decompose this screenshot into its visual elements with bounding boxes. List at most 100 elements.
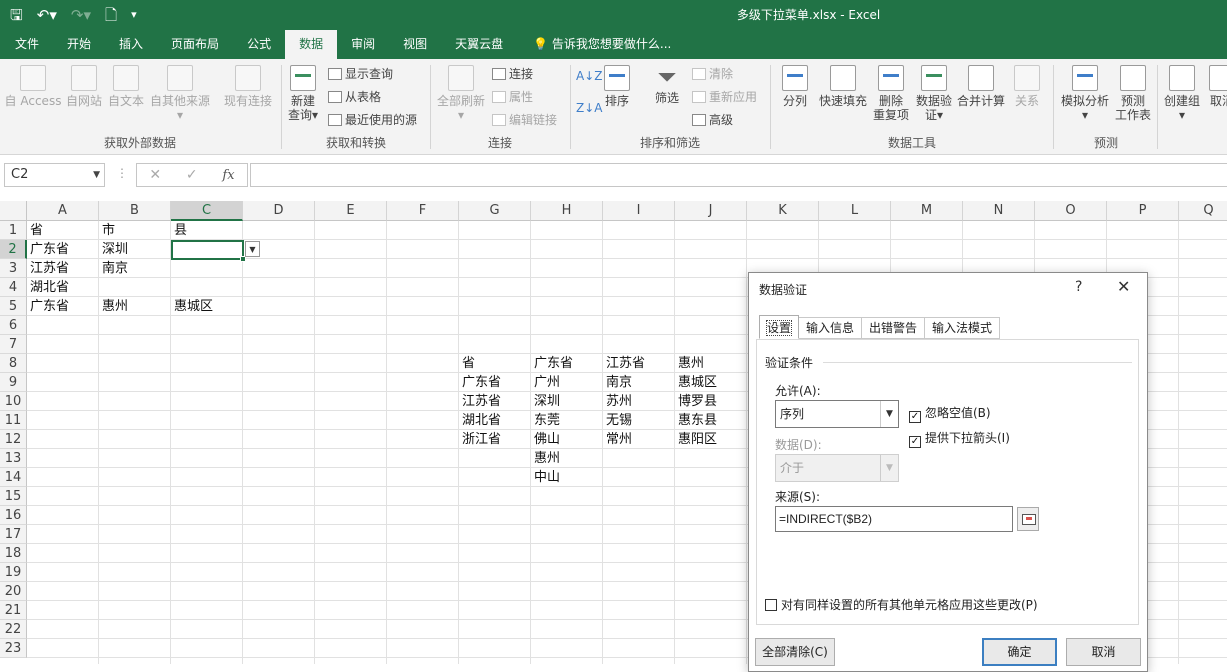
from-web-button[interactable]: 自网站: [64, 65, 104, 108]
tell-me-box[interactable]: 💡 告诉我您想要做什么...: [517, 30, 685, 59]
source-input[interactable]: =INDIRECT($B2): [775, 506, 1013, 532]
column-header-b[interactable]: B: [99, 201, 171, 221]
cell-j11[interactable]: 惠东县: [675, 411, 717, 430]
cell-h14[interactable]: 中山: [531, 468, 560, 487]
cell-i10[interactable]: 苏州: [603, 392, 632, 411]
column-header-e[interactable]: E: [315, 201, 387, 221]
column-header-d[interactable]: D: [243, 201, 315, 221]
cell-b3[interactable]: 南京: [99, 259, 128, 278]
cell-g9[interactable]: 广东省: [459, 373, 501, 392]
text-to-columns-button[interactable]: 分列: [778, 65, 812, 108]
row-header-2[interactable]: 2: [0, 240, 27, 259]
cell-j9[interactable]: 惠城区: [675, 373, 717, 392]
data-select[interactable]: 介于 ▼: [775, 454, 899, 482]
tab-error-alert[interactable]: 出错警告: [862, 317, 926, 339]
cell-h11[interactable]: 东莞: [531, 411, 560, 430]
clear-all-button[interactable]: 全部清除(C): [755, 638, 835, 666]
column-header-q[interactable]: Q: [1179, 201, 1227, 221]
help-icon[interactable]: ?: [1075, 279, 1082, 295]
filter-button[interactable]: ⏷ 筛选: [648, 65, 686, 105]
row-header-6[interactable]: 6: [0, 316, 27, 335]
cell-b5[interactable]: 惠州: [99, 297, 128, 316]
tab-input-message[interactable]: 输入信息: [799, 317, 863, 339]
from-access-button[interactable]: 自 Access: [4, 65, 62, 108]
cell-j8[interactable]: 惠州: [675, 354, 704, 373]
tab-settings[interactable]: 设置: [759, 315, 800, 339]
cell-a3[interactable]: 江苏省: [27, 259, 69, 278]
cell-c1[interactable]: 县: [171, 221, 187, 240]
ungroup-button[interactable]: 取消: [1204, 65, 1227, 108]
row-header-17[interactable]: 17: [0, 525, 27, 544]
cell-c5[interactable]: 惠城区: [171, 297, 213, 316]
row-header-3[interactable]: 3: [0, 259, 27, 278]
apply-to-all-checkbox[interactable]: 对有同样设置的所有其他单元格应用这些更改(P): [765, 596, 1038, 613]
existing-connections-button[interactable]: 现有连接: [220, 65, 276, 108]
cell-h9[interactable]: 广州: [531, 373, 560, 392]
recent-sources-button[interactable]: 最近使用的源: [328, 113, 417, 127]
refresh-all-button[interactable]: 全部刷新 ▾: [434, 65, 488, 122]
row-header-4[interactable]: 4: [0, 278, 27, 297]
close-icon[interactable]: ✕: [1117, 277, 1130, 296]
tab-data[interactable]: 数据: [285, 30, 338, 59]
cell-b1[interactable]: 市: [99, 221, 115, 240]
select-all-corner[interactable]: [0, 201, 27, 221]
new-query-button[interactable]: 新建 查询▾: [284, 65, 322, 122]
cell-h8[interactable]: 广东省: [531, 354, 573, 373]
cell-g10[interactable]: 江苏省: [459, 392, 501, 411]
column-header-f[interactable]: F: [387, 201, 459, 221]
row-header-13[interactable]: 13: [0, 449, 27, 468]
formula-input[interactable]: [250, 163, 1227, 187]
drag-handle-icon[interactable]: ⋮: [116, 166, 128, 180]
cell-a1[interactable]: 省: [27, 221, 43, 240]
connections-button[interactable]: 连接: [492, 67, 533, 81]
in-cell-dropdown-checkbox[interactable]: ✓ 提供下拉箭头(I): [909, 429, 1010, 448]
row-header-16[interactable]: 16: [0, 506, 27, 525]
reapply-button[interactable]: 重新应用: [692, 90, 757, 104]
row-header-11[interactable]: 11: [0, 411, 27, 430]
cell-dropdown-arrow-icon[interactable]: ▼: [245, 241, 260, 257]
tab-formulas[interactable]: 公式: [233, 30, 285, 59]
column-header-a[interactable]: A: [27, 201, 99, 221]
enter-icon[interactable]: ✓: [186, 167, 198, 183]
cell-h13[interactable]: 惠州: [531, 449, 560, 468]
cell-g11[interactable]: 湖北省: [459, 411, 501, 430]
properties-button[interactable]: 属性: [492, 90, 533, 104]
column-header-k[interactable]: K: [747, 201, 819, 221]
row-header-1[interactable]: 1: [0, 221, 27, 240]
tab-file[interactable]: 文件: [0, 30, 53, 59]
cell-i11[interactable]: 无锡: [603, 411, 632, 430]
sort-descending-icon[interactable]: Z↓A: [576, 101, 602, 115]
row-header-18[interactable]: 18: [0, 544, 27, 563]
collapse-dialog-icon[interactable]: [1017, 507, 1039, 531]
tab-insert[interactable]: 插入: [105, 30, 157, 59]
cell-j10[interactable]: 博罗县: [675, 392, 717, 411]
relationships-button[interactable]: 关系: [1010, 65, 1044, 108]
forecast-sheet-button[interactable]: 预测 工作表: [1112, 65, 1154, 122]
consolidate-button[interactable]: 合并计算: [954, 65, 1008, 108]
ok-button[interactable]: 确定: [982, 638, 1057, 666]
insert-function-icon[interactable]: fx: [222, 168, 234, 183]
edit-links-button[interactable]: 编辑链接: [492, 113, 557, 127]
cell-a5[interactable]: 广东省: [27, 297, 69, 316]
row-header-14[interactable]: 14: [0, 468, 27, 487]
clear-filter-button[interactable]: 清除: [692, 67, 733, 81]
advanced-filter-button[interactable]: 高级: [692, 113, 733, 127]
selected-cell-c2[interactable]: [171, 240, 246, 262]
cancel-icon[interactable]: ✕: [149, 167, 161, 183]
from-other-sources-button[interactable]: 自其他来源 ▾: [148, 65, 212, 122]
from-table-button[interactable]: 从表格: [328, 90, 381, 104]
column-header-m[interactable]: M: [891, 201, 963, 221]
column-header-c[interactable]: C: [171, 201, 243, 221]
remove-duplicates-button[interactable]: 删除 重复项: [870, 65, 912, 122]
cancel-button[interactable]: 取消: [1066, 638, 1141, 666]
flash-fill-button[interactable]: 快速填充: [816, 65, 870, 108]
data-validation-button[interactable]: 数据验 证▾: [912, 65, 956, 122]
column-header-p[interactable]: P: [1107, 201, 1179, 221]
cell-a4[interactable]: 湖北省: [27, 278, 69, 297]
allow-select[interactable]: 序列 ▼: [775, 400, 899, 428]
row-header-9[interactable]: 9: [0, 373, 27, 392]
row-header-15[interactable]: 15: [0, 487, 27, 506]
tab-home[interactable]: 开始: [53, 30, 105, 59]
column-header-j[interactable]: J: [675, 201, 747, 221]
row-header-8[interactable]: 8: [0, 354, 27, 373]
